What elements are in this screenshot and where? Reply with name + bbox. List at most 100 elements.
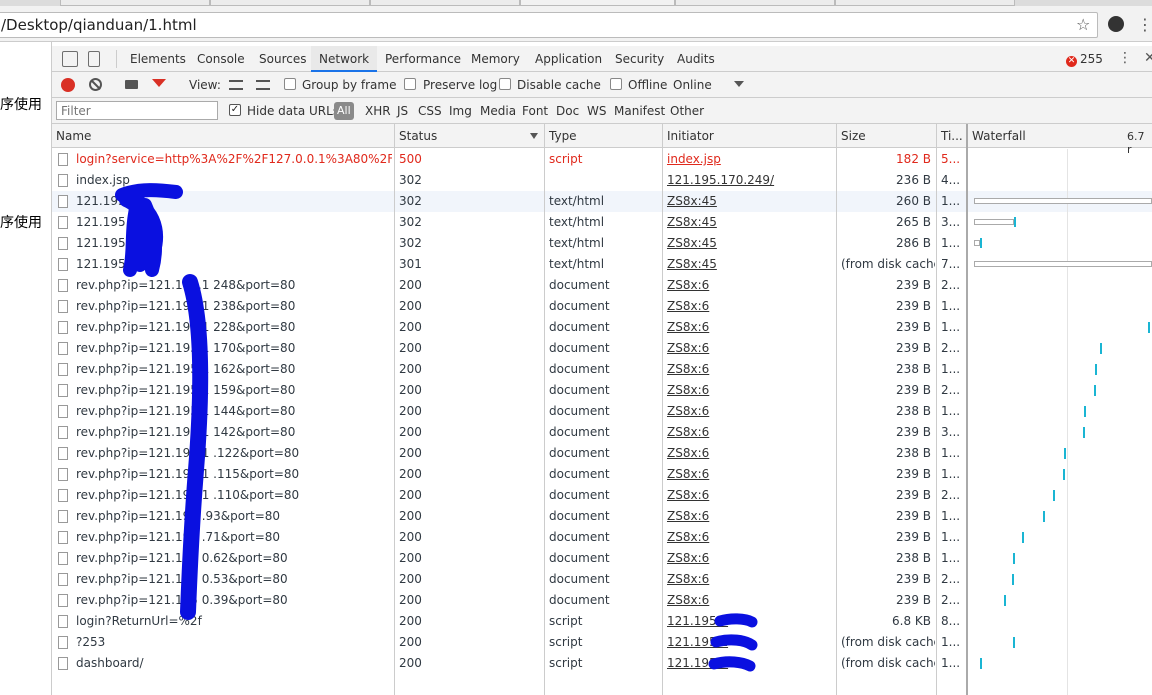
browser-menu-icon[interactable]: ⋮ [1137,15,1152,34]
cell-type [545,170,661,191]
overview-icon[interactable] [256,80,270,90]
filter-ws[interactable]: WS [587,104,606,118]
inspect-element-icon[interactable] [62,51,78,67]
cell-status: 200 [399,425,422,439]
filter-all-button[interactable]: All [334,102,354,120]
hide-data-urls-checkbox[interactable]: ✓ [229,104,241,116]
column-header-time[interactable]: Ti... [937,124,968,148]
tab-audits[interactable]: Audits [669,46,723,72]
cell-initiator[interactable]: ZS8x:6 [663,380,835,401]
filter-doc[interactable]: Doc [556,104,579,118]
tab-elements[interactable]: Elements [122,46,194,72]
cell-initiator[interactable]: ZS8x:45 [663,233,835,254]
cell-initiator[interactable]: ZS8x:6 [663,548,835,569]
close-devtools-icon[interactable]: ✕ [1144,50,1152,66]
column-header-waterfall[interactable]: Waterfall [968,124,1152,148]
cell-initiator[interactable]: ZS8x:6 [663,401,835,422]
cell-name: 121.195.1 [76,236,138,250]
column-header-size[interactable]: Size [837,124,937,148]
devtools-tab-bar: Elements Console Sources Network Perform… [52,46,1152,72]
filter-css[interactable]: CSS [418,104,442,118]
cell-size: 239 B [896,467,931,481]
filter-funnel-icon[interactable] [152,79,166,87]
filter-media[interactable]: Media [480,104,516,118]
error-counter[interactable]: ✕ 255 [1066,52,1103,67]
filter-input[interactable] [56,101,218,120]
device-toolbar-icon[interactable] [88,51,100,67]
cell-initiator[interactable]: ZS8x:6 [663,422,835,443]
file-icon [58,216,68,229]
tab-security[interactable]: Security [607,46,672,72]
cell-size: 286 B [896,236,931,250]
file-icon [58,573,68,586]
tab-network[interactable]: Network [311,46,378,72]
large-rows-icon[interactable] [229,80,243,90]
tab-application[interactable]: Application [527,46,610,72]
cell-initiator[interactable]: ZS8x:45 [663,212,835,233]
cell-initiator[interactable]: ZS8x:6 [663,506,835,527]
cell-initiator[interactable]: ZS8x:45 [663,254,835,275]
cell-initiator[interactable]: 121.195.1 [663,611,835,632]
address-bar[interactable]: /Desktop/qianduan/1.html [0,12,1098,38]
column-header-status[interactable]: Status [395,124,545,148]
network-toolbar: View: Group by frame Preserve log Disabl… [52,72,1152,98]
cell-size: 239 B [896,488,931,502]
cell-initiator[interactable]: ZS8x:45 [663,191,835,212]
cell-size: 238 B [896,551,931,565]
cell-initiator[interactable]: ZS8x:6 [663,296,835,317]
cell-initiator[interactable]: ZS8x:6 [663,443,835,464]
filter-manifest[interactable]: Manifest [614,104,665,118]
cell-initiator[interactable]: ZS8x:6 [663,338,835,359]
preserve-log-checkbox[interactable] [404,78,416,90]
cell-initiator[interactable]: 121.195.170.249/ [663,170,835,191]
filter-font[interactable]: Font [522,104,548,118]
column-header-initiator[interactable]: Initiator [663,124,837,148]
cell-name: dashboard/ [76,656,144,670]
cell-name: rev.php?ip=121.195.1 144&port=80 [76,404,296,418]
filter-other[interactable]: Other [670,104,704,118]
cell-status: 200 [399,488,422,502]
cell-initiator[interactable]: ZS8x:6 [663,359,835,380]
cell-initiator[interactable]: ZS8x:6 [663,485,835,506]
column-header-name[interactable]: Name [52,124,395,148]
file-icon [58,468,68,481]
cell-type: document [549,509,610,523]
cell-initiator[interactable]: ZS8x:6 [663,464,835,485]
screenshot-camera-icon[interactable] [125,80,138,89]
file-icon [58,594,68,607]
cell-initiator[interactable]: ZS8x:6 [663,590,835,611]
cell-initiator[interactable]: 121.195.1 [663,653,835,674]
offline-checkbox[interactable] [610,78,622,90]
devtools-menu-icon[interactable]: ⋮ [1118,50,1132,66]
waterfall-tick [1012,574,1014,585]
cell-initiator[interactable]: ZS8x:6 [663,275,835,296]
file-icon [58,342,68,355]
extension-icon[interactable] [1108,16,1124,32]
cell-type: document [549,593,610,607]
filter-xhr[interactable]: XHR [365,104,391,118]
cell-name: 121.195.1 [76,257,138,271]
cell-initiator[interactable]: 121.195.1 [663,632,835,653]
cell-initiator[interactable]: index.jsp [663,149,835,170]
cell-initiator[interactable]: ZS8x:6 [663,317,835,338]
disable-cache-checkbox[interactable] [499,78,511,90]
chevron-down-icon[interactable] [734,81,744,87]
throttling-select[interactable]: Online [673,78,712,92]
column-header-type[interactable]: Type [545,124,663,148]
cell-name: index.jsp [76,173,130,187]
tab-sources[interactable]: Sources [251,46,314,72]
tab-separator [116,50,117,68]
filter-img[interactable]: Img [449,104,472,118]
cell-initiator[interactable]: ZS8x:6 [663,527,835,548]
bookmark-star-icon[interactable]: ☆ [1076,15,1090,34]
cell-initiator[interactable]: ZS8x:6 [663,569,835,590]
cell-time: 4... [941,173,961,187]
tab-performance[interactable]: Performance [377,46,469,72]
group-by-frame-checkbox[interactable] [284,78,296,90]
clear-icon[interactable] [89,78,102,91]
tab-console[interactable]: Console [189,46,253,72]
filter-js[interactable]: JS [397,104,408,118]
record-icon[interactable] [61,78,75,92]
tab-memory[interactable]: Memory [463,46,528,72]
cell-type: document [549,488,610,502]
